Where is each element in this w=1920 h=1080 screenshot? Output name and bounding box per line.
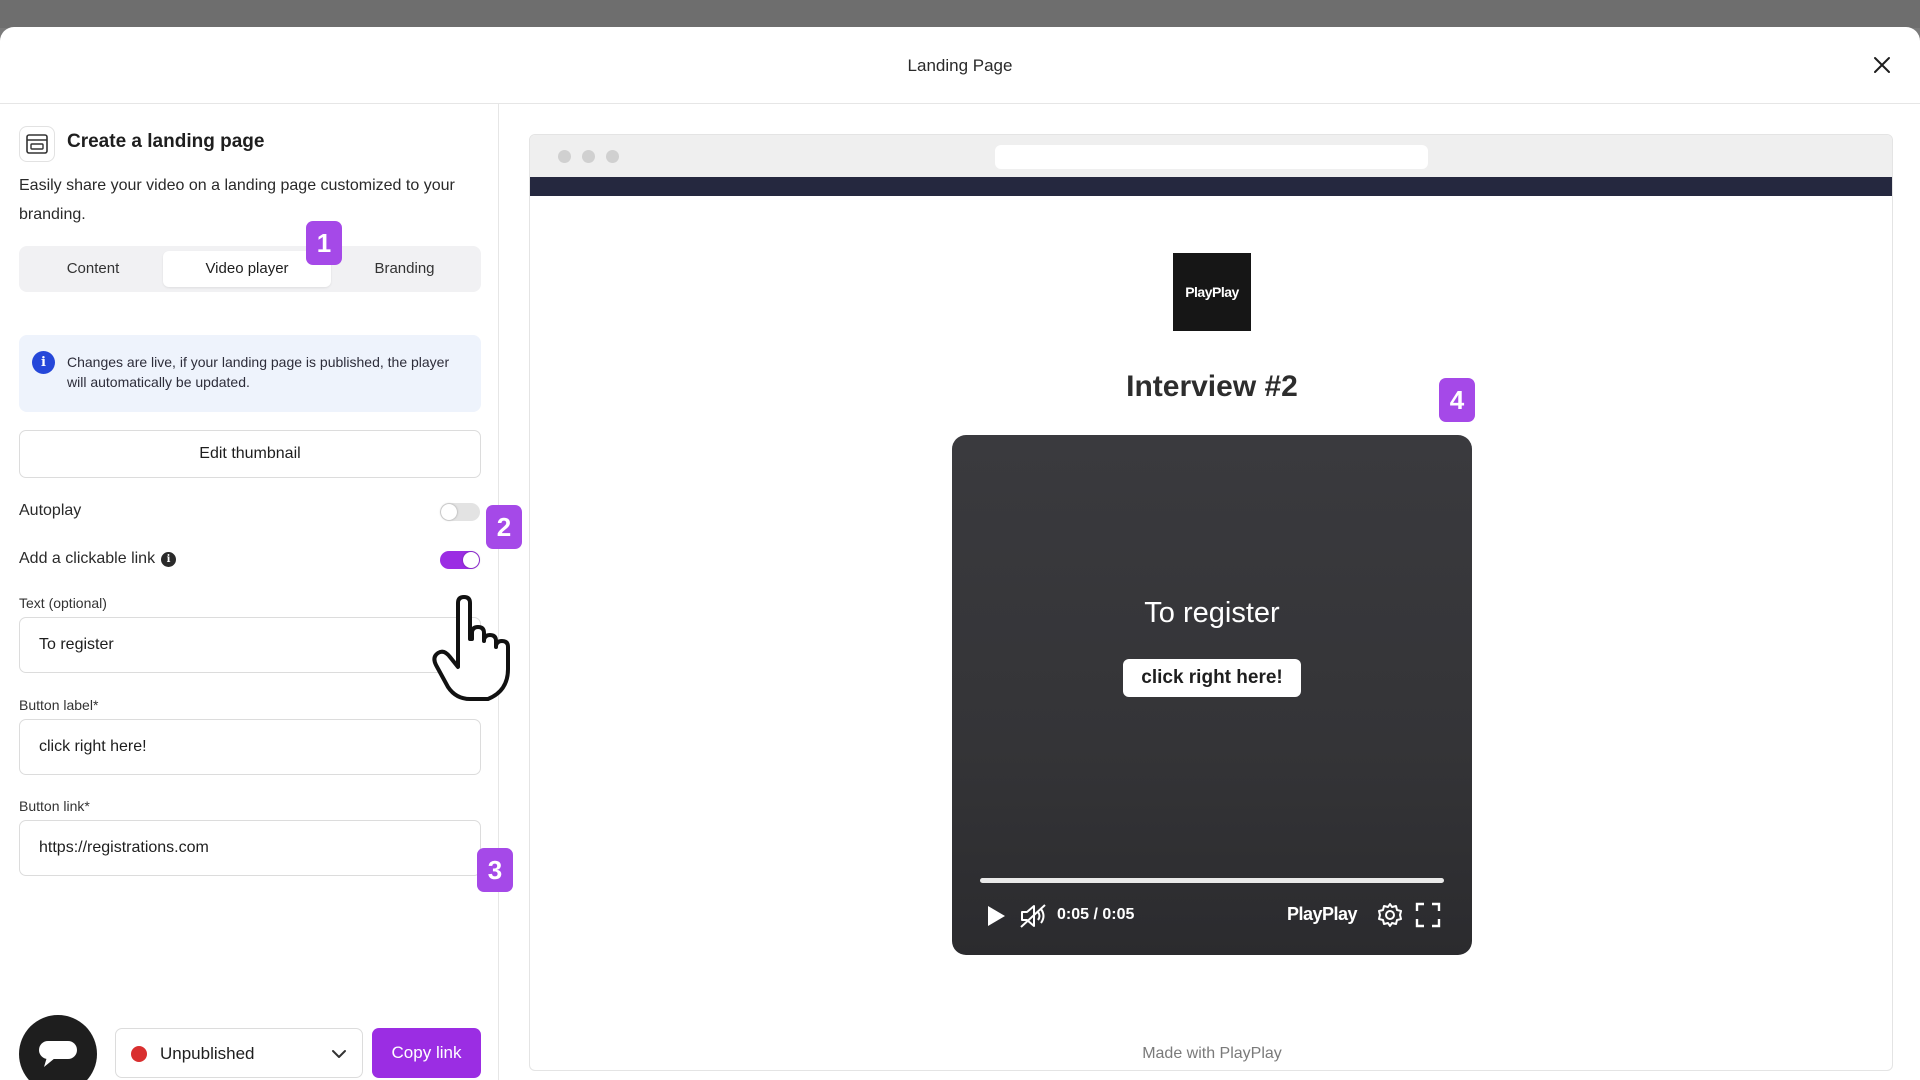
step-badge-3: 3 bbox=[477, 848, 513, 892]
video-cta-button[interactable]: click right here! bbox=[1123, 659, 1301, 697]
gear-icon[interactable] bbox=[1377, 902, 1403, 928]
clickable-link-label: Add a clickable link bbox=[19, 550, 156, 567]
chevron-down-icon bbox=[332, 1050, 346, 1058]
video-player[interactable]: To register click right here! 0:05 / 0:0… bbox=[952, 435, 1472, 955]
browser-bar bbox=[530, 135, 1892, 177]
copy-link-button[interactable]: Copy link bbox=[372, 1028, 481, 1078]
player-brand[interactable]: PlayPlay bbox=[1287, 904, 1358, 925]
time-readout: 0:05 / 0:05 bbox=[1057, 906, 1135, 923]
landing-page-modal: Landing Page Create a landing page Easil… bbox=[0, 27, 1920, 1080]
info-notice: i Changes are live, if your landing page… bbox=[19, 335, 481, 412]
info-icon: i bbox=[32, 351, 55, 374]
autoplay-toggle[interactable] bbox=[440, 503, 480, 521]
autoplay-label: Autoplay bbox=[19, 502, 82, 519]
close-button[interactable] bbox=[1870, 53, 1894, 77]
tab-content[interactable]: Content bbox=[24, 251, 162, 287]
nav-strip bbox=[530, 177, 1892, 196]
tab-branding[interactable]: Branding bbox=[333, 251, 476, 287]
clickable-link-toggle[interactable] bbox=[440, 551, 480, 569]
chat-icon bbox=[39, 1041, 77, 1067]
play-icon[interactable] bbox=[986, 905, 1006, 927]
toggle-knob bbox=[463, 552, 479, 568]
status-dot bbox=[131, 1046, 147, 1062]
progress-bar[interactable] bbox=[980, 878, 1444, 883]
window-dot bbox=[558, 150, 571, 163]
button-link-field-label: Button link* bbox=[19, 798, 90, 814]
text-input[interactable] bbox=[19, 617, 481, 673]
step-badge-2: 2 bbox=[486, 505, 522, 549]
toggle-knob bbox=[441, 504, 457, 520]
clickable-link-row: Add a clickable link i bbox=[19, 550, 177, 568]
button-label-field-label: Button label* bbox=[19, 697, 99, 713]
video-overlay-text: To register bbox=[1144, 597, 1280, 629]
tab-bar: Content Video player Branding bbox=[19, 246, 481, 292]
text-field-label: Text (optional) bbox=[19, 595, 107, 611]
brand-logo: PlayPlay bbox=[1173, 253, 1251, 331]
mute-icon[interactable] bbox=[1019, 903, 1047, 929]
button-link-input[interactable] bbox=[19, 820, 481, 876]
step-badge-4: 4 bbox=[1439, 378, 1475, 422]
landing-page-preview: PlayPlay Interview #2 To register click … bbox=[529, 134, 1893, 1071]
landing-page-title: Interview #2 bbox=[1126, 370, 1298, 403]
close-icon bbox=[1874, 57, 1890, 73]
button-label-input[interactable] bbox=[19, 719, 481, 775]
publish-status-select[interactable]: Unpublished bbox=[115, 1028, 363, 1078]
fullscreen-icon[interactable] bbox=[1415, 902, 1441, 928]
step-badge-1: 1 bbox=[306, 221, 342, 265]
edit-thumbnail-button[interactable]: Edit thumbnail bbox=[19, 430, 481, 478]
url-bar bbox=[995, 145, 1428, 169]
info-text: Changes are live, if your landing page i… bbox=[67, 354, 450, 390]
window-dot bbox=[606, 150, 619, 163]
landing-page-icon bbox=[19, 126, 55, 162]
modal-title: Landing Page bbox=[907, 56, 1013, 75]
window-dot bbox=[582, 150, 595, 163]
backdrop bbox=[0, 0, 1920, 28]
sidebar-description: Easily share your video on a landing pag… bbox=[19, 177, 455, 223]
sidebar: Create a landing page Easily share your … bbox=[0, 104, 499, 1080]
status-label: Unpublished bbox=[160, 1044, 255, 1063]
info-icon[interactable]: i bbox=[161, 552, 177, 567]
sidebar-title: Create a landing page bbox=[67, 131, 265, 152]
made-with-footer: Made with PlayPlay bbox=[1142, 1045, 1282, 1062]
modal-header: Landing Page bbox=[0, 27, 1920, 104]
chat-button[interactable] bbox=[19, 1015, 97, 1080]
hand-cursor-icon bbox=[432, 595, 510, 701]
